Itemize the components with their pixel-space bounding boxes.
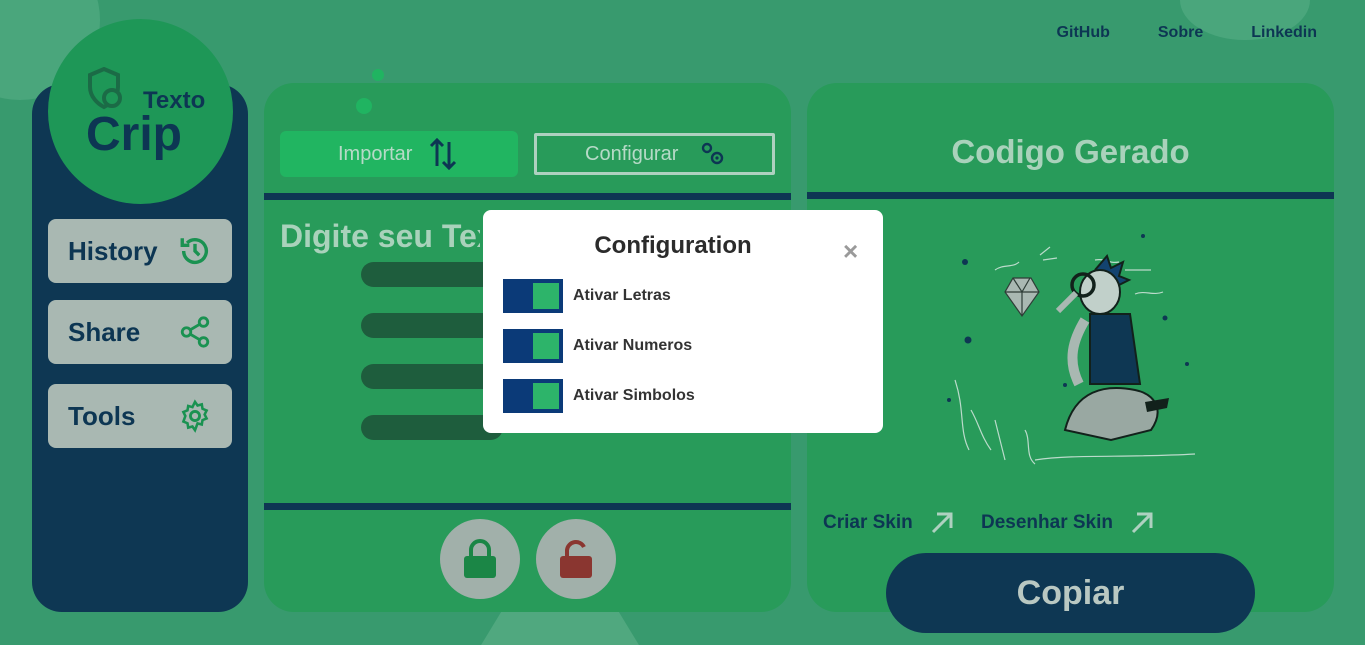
numbers-toggle[interactable] [503,329,563,363]
option-letters: Ativar Letras [503,279,671,313]
close-icon[interactable]: × [843,236,858,267]
symbols-toggle[interactable] [503,379,563,413]
option-label: Ativar Numeros [573,337,693,354]
configuration-modal: Configuration × Ativar Letras Ativar Num… [483,210,883,433]
toggle-knob [533,383,559,409]
letters-toggle[interactable] [503,279,563,313]
option-label: Ativar Simbolos [573,387,695,404]
toggle-knob [533,333,559,359]
option-numbers: Ativar Numeros [503,329,692,363]
option-symbols: Ativar Simbolos [503,379,695,413]
modal-title: Configuration [594,232,752,259]
option-label: Ativar Letras [573,287,671,304]
toggle-knob [533,283,559,309]
